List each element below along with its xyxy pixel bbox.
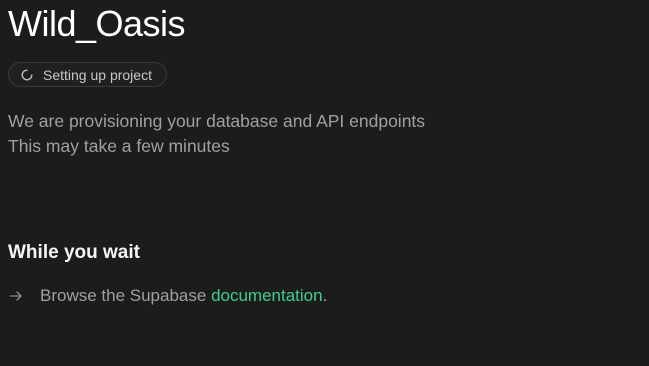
spinner-icon	[21, 69, 33, 81]
while-you-wait-heading: While you wait	[8, 242, 140, 263]
list-item-prefix: Browse the Supabase	[40, 286, 212, 305]
provisioning-description: We are provisioning your database and AP…	[8, 109, 425, 159]
project-title: Wild_Oasis	[8, 3, 186, 44]
list-item: Browse the Supabase documentation .	[8, 284, 327, 308]
status-text: Setting up project	[43, 66, 152, 83]
description-line-2: This may take a few minutes	[8, 136, 230, 156]
arrow-right-icon	[8, 288, 24, 304]
description-line-1: We are provisioning your database and AP…	[8, 111, 426, 131]
documentation-link[interactable]: documentation	[211, 284, 323, 308]
list-item-suffix: .	[322, 286, 328, 305]
status-badge: Setting up project	[8, 62, 167, 87]
